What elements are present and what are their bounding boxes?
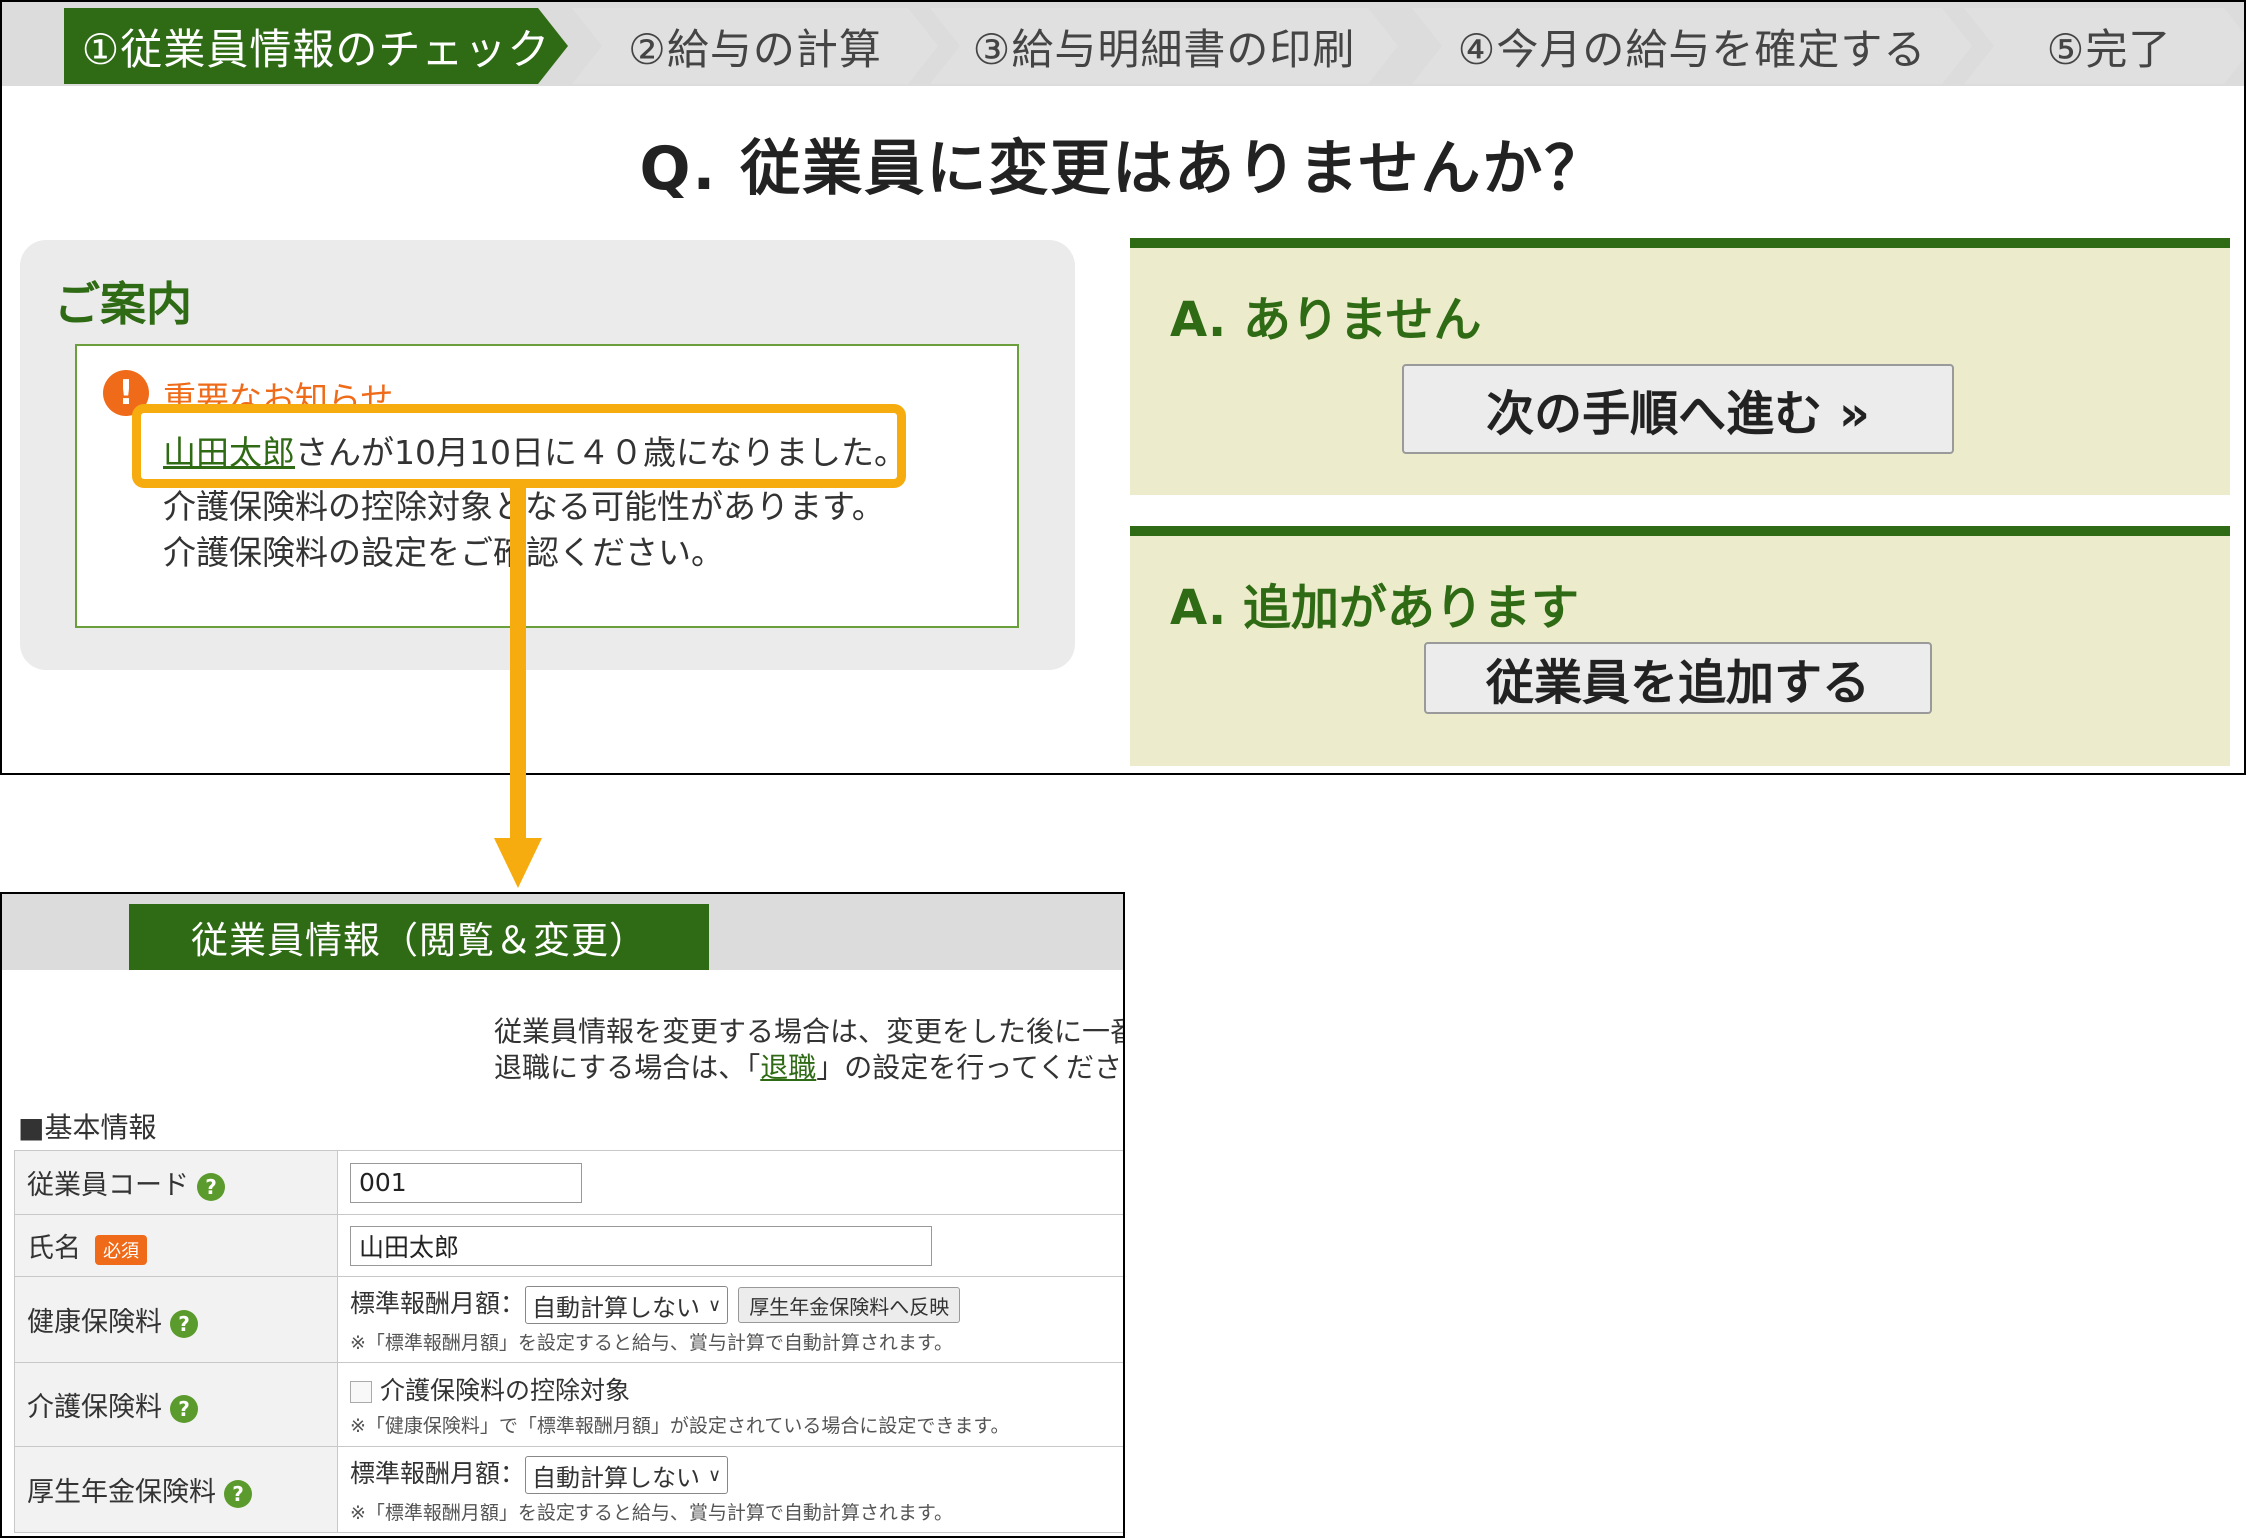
care-insurance-label-text: 介護保険料 — [27, 1392, 162, 1423]
add-employee-button[interactable]: 従業員を追加する — [1424, 642, 1932, 714]
name-input[interactable] — [350, 1225, 932, 1266]
answer-add-label: A. 追加があります — [1170, 580, 1579, 636]
name-cell — [337, 1214, 1123, 1277]
help-icon[interactable]: ? — [197, 1172, 225, 1201]
intro-text-retire: 退職にする場合は、「退職」の設定を行ってください。 — [494, 1046, 1123, 1086]
name-label-text: 氏名 — [27, 1233, 81, 1264]
guide-title: ご案内 — [54, 277, 192, 331]
health-remuneration-select[interactable]: 自動計算しない ∨ — [525, 1286, 729, 1324]
care-deduction-label: 介護保険料の控除対象 — [380, 1376, 631, 1405]
employee-form-table: 従業員コード? 氏名必須 健康保険料? 標準報酬月額：自動計算しない∨厚生年金保… — [14, 1150, 1123, 1533]
step-5-complete[interactable]: ⑤完了 — [1964, 8, 2246, 84]
highlight-annotation — [132, 404, 906, 488]
select-value: 自動計算しない — [532, 1463, 701, 1492]
step-2-salary-calc[interactable]: ②給与の計算 — [572, 8, 938, 84]
pension-insurance-cell: 標準報酬月額： 自動計算しない ∨ ※「標準報酬月額」を設定すると給与、賞与計算で自… — [337, 1446, 1123, 1533]
standard-remuneration-label: 標準報酬月額： — [350, 1289, 526, 1318]
employee-code-label: 従業員コード? — [14, 1150, 338, 1215]
table-row: 介護保険料? 介護保険料の控除対象 ※「健康保険料」で「標準報酬月額」が設定され… — [14, 1362, 1123, 1447]
care-insurance-cell: 介護保険料の控除対象 ※「健康保険料」で「標準報酬月額」が設定されている場合に設… — [337, 1362, 1123, 1447]
chevron-down-icon: ∨ — [708, 1294, 722, 1316]
arrow-down-icon — [494, 838, 542, 888]
pension-remuneration-select[interactable]: 自動計算しない ∨ — [525, 1456, 729, 1494]
employee-code-input[interactable] — [350, 1162, 582, 1203]
retire-link[interactable]: 退職 — [760, 1051, 816, 1084]
table-row: 従業員コード? — [14, 1150, 1123, 1215]
pension-insurance-label: 厚生年金保険料? — [14, 1446, 338, 1533]
care-insurance-label: 介護保険料? — [14, 1362, 338, 1447]
tab-employee-info[interactable]: 従業員情報（閲覧＆変更） — [129, 904, 709, 970]
employee-code-cell — [337, 1150, 1123, 1215]
step-4-confirm-salary[interactable]: ④今月の給与を確定する — [1412, 8, 1972, 84]
health-insurance-label: 健康保険料? — [14, 1276, 338, 1363]
required-badge: 必須 — [95, 1234, 147, 1265]
answer-no-change-label: A. ありません — [1170, 292, 1482, 348]
checklist-panel: ①従業員情報のチェック ②給与の計算 ③給与明細書の印刷 ④今月の給与を確定する… — [0, 0, 2246, 775]
table-row: 厚生年金保険料? 標準報酬月額： 自動計算しない ∨ ※「標準報酬月額」を設定すると… — [14, 1446, 1123, 1533]
answer-no-change-panel: A. ありません 次の手順へ進む » — [1130, 238, 2230, 495]
tab-strip: 従業員情報（閲覧＆変更） — [2, 894, 1123, 970]
pension-insurance-note: ※「標準報酬月額」を設定すると給与、賞与計算で自動計算されます。 — [350, 1502, 954, 1524]
chevron-down-icon: ∨ — [708, 1464, 722, 1486]
pension-insurance-label-text: 厚生年金保険料 — [27, 1477, 216, 1508]
reflect-to-pension-button[interactable]: 厚生年金保険料へ反映 — [738, 1287, 961, 1323]
step-1-employee-check[interactable]: ①従業員情報のチェック — [64, 8, 568, 84]
notice-line-confirm: 介護保険料の設定をご確認ください。 — [163, 533, 724, 572]
name-label: 氏名 必須 — [14, 1214, 338, 1277]
step-3-print-payslip[interactable]: ③給与明細書の印刷 — [930, 8, 1398, 84]
health-insurance-label-text: 健康保険料 — [27, 1307, 162, 1338]
health-insurance-cell: 標準報酬月額： 自動計算しない ∨ 厚生年金保険料へ反映 ※「標準報酬月額」を設定する… — [337, 1276, 1123, 1363]
next-step-button[interactable]: 次の手順へ進む » — [1402, 364, 1954, 454]
intro-text-post: 」の設定を行ってください。 — [816, 1051, 1123, 1084]
help-icon[interactable]: ? — [170, 1394, 198, 1423]
connector-arrow-shaft — [510, 488, 526, 840]
help-icon[interactable]: ? — [170, 1309, 198, 1338]
answer-add-panel: A. 追加があります 従業員を追加する — [1130, 526, 2230, 766]
intro-text-change: 従業員情報を変更する場合は、変更をした後に一番 — [494, 1015, 1125, 1048]
employee-code-label-text: 従業員コード — [27, 1170, 189, 1201]
care-deduction-checkbox[interactable] — [350, 1381, 372, 1403]
standard-remuneration-label: 標準報酬月額： — [350, 1459, 526, 1488]
health-insurance-note: ※「標準報酬月額」を設定すると給与、賞与計算で自動計算されます。 — [350, 1332, 954, 1354]
select-value: 自動計算しない — [532, 1293, 701, 1322]
basic-info-section-label: ■基本情報 — [18, 1111, 157, 1144]
table-row: 氏名 必須 — [14, 1214, 1123, 1277]
care-insurance-note: ※「健康保険料」で「標準報酬月額」が設定されている場合に設定できます。 — [350, 1415, 1010, 1437]
table-row: 健康保険料? 標準報酬月額： 自動計算しない ∨ 厚生年金保険料へ反映 ※「標準報酬月… — [14, 1276, 1123, 1363]
step-progress-bar: ①従業員情報のチェック ②給与の計算 ③給与明細書の印刷 ④今月の給与を確定する… — [2, 2, 2244, 86]
intro-text-pre: 退職にする場合は、「 — [494, 1051, 761, 1084]
employee-info-panel: 従業員情報（閲覧＆変更） 従業員情報を変更する場合は、変更をした後に一番 退職に… — [0, 892, 1125, 1538]
question-heading: Q. 従業員に変更はありませんか？ — [639, 134, 1607, 204]
help-icon[interactable]: ? — [224, 1479, 252, 1508]
